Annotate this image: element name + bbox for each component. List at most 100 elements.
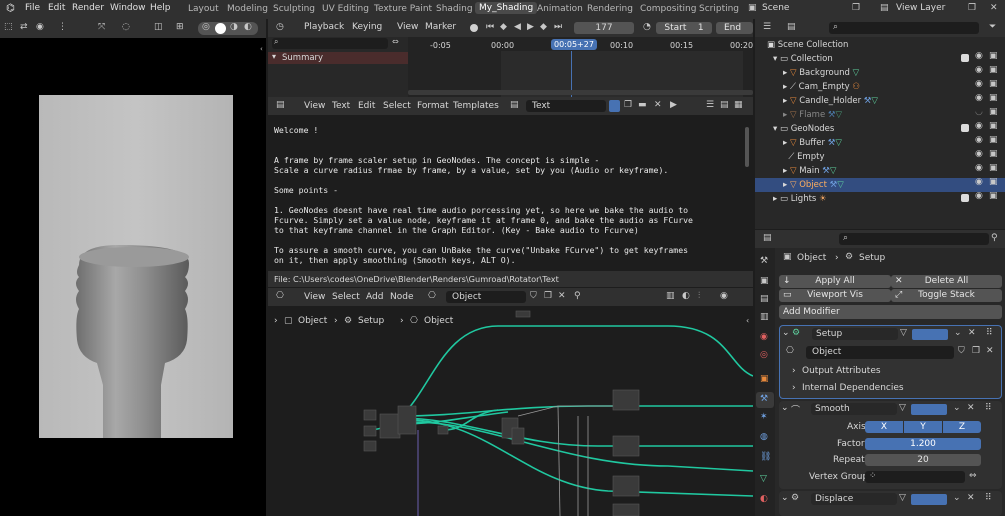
- overlay-icon[interactable]: ◌: [122, 22, 130, 32]
- sidebar-toggle-icon[interactable]: ‹: [746, 316, 749, 325]
- node-editor[interactable]: ⎔ View Select Add Node ⎔ Object ⛉ ❐ ✕ ⚲ …: [268, 288, 753, 516]
- tab-compositing[interactable]: Compositing: [640, 4, 696, 14]
- eye-icon[interactable]: ◉: [975, 51, 983, 61]
- unlink-icon[interactable]: ✕: [654, 100, 662, 110]
- menu-format[interactable]: Format: [417, 101, 449, 111]
- dropdown-icon[interactable]: ⌄: [953, 403, 961, 413]
- timeline-area[interactable]: -0:05 00:00 00:05+27 00:10 00:15 00:20: [408, 37, 753, 97]
- tab-uv-editing[interactable]: UV Editing: [322, 4, 369, 14]
- outliner-editor-icon[interactable]: ☰: [763, 22, 771, 32]
- fake-user-icon[interactable]: [609, 100, 620, 112]
- transform-icon[interactable]: ⇄: [20, 22, 28, 32]
- toggle-stack-button[interactable]: ⤢ Toggle Stack: [891, 289, 1002, 302]
- tab-texture-paint[interactable]: Texture Paint: [374, 4, 432, 14]
- constraints-tab-icon[interactable]: ⛓: [760, 452, 771, 462]
- visibility-toggles[interactable]: [911, 494, 947, 505]
- drag-handle-icon[interactable]: ⠿: [985, 403, 992, 413]
- viewport[interactable]: ⬚ ⇄ ◉ ⋮ ⤧ ◌ ◫ ⊞ ◎ ◑ ◐ ‹: [0, 19, 266, 516]
- eye-icon[interactable]: ◉: [975, 79, 983, 89]
- nodegroup-duplicate-icon[interactable]: ❐: [972, 346, 980, 356]
- scene-tab-icon[interactable]: ◉: [760, 332, 768, 342]
- menu-marker[interactable]: Marker: [425, 22, 456, 32]
- camera-render-icon[interactable]: ▣: [989, 107, 998, 117]
- node-editor-icon[interactable]: ⎔: [276, 291, 284, 301]
- snapping-icon[interactable]: ⫶: [698, 291, 700, 301]
- editmode-icon[interactable]: ▽: [899, 493, 906, 503]
- backdrop-icon[interactable]: ◐: [682, 291, 690, 301]
- fake-user-shield-icon[interactable]: ⛉: [958, 346, 965, 356]
- properties-editor-icon[interactable]: ▤: [763, 233, 772, 243]
- word-wrap-icon[interactable]: ▤: [720, 100, 729, 110]
- delete-all-button[interactable]: ✕ Delete All: [891, 275, 1002, 288]
- menu-text-select[interactable]: Select: [383, 101, 411, 111]
- collapse-icon[interactable]: ⌄: [781, 403, 789, 413]
- menu-text-view[interactable]: View: [304, 101, 325, 111]
- collapse-icon[interactable]: ⌄: [782, 328, 790, 338]
- camera-render-icon[interactable]: ▣: [989, 121, 998, 131]
- world-tab-icon[interactable]: ◎: [760, 350, 768, 360]
- menu-node-select[interactable]: Select: [332, 292, 360, 302]
- next-key-icon[interactable]: ◆: [540, 22, 547, 32]
- filter-icon[interactable]: ⏷: [989, 22, 996, 32]
- render-tab-icon[interactable]: ▣: [760, 276, 769, 286]
- axis-z-toggle[interactable]: Z: [943, 421, 981, 433]
- shading-mode-group[interactable]: ◎ ◑ ◐: [198, 22, 258, 35]
- eye-icon[interactable]: ◉: [975, 135, 983, 145]
- tab-rendering[interactable]: Rendering: [587, 4, 633, 14]
- start-frame-field[interactable]: Start 1: [656, 22, 712, 34]
- material-tab-icon[interactable]: ◐: [760, 494, 768, 504]
- tab-sculpting[interactable]: Sculpting: [273, 4, 315, 14]
- view-layer-name[interactable]: View Layer: [896, 3, 945, 13]
- eye-icon[interactable]: ◉: [975, 191, 983, 201]
- editmode-icon[interactable]: ▽: [899, 403, 906, 413]
- camera-render-icon[interactable]: ▣: [989, 135, 998, 145]
- prev-key-icon[interactable]: ◆: [500, 22, 507, 32]
- display-mode-icon[interactable]: ▤: [787, 22, 796, 32]
- pin-icon[interactable]: ⚲: [574, 291, 581, 301]
- tab-shading[interactable]: Shading: [436, 4, 473, 14]
- rendered-shading-icon[interactable]: ◐: [244, 22, 252, 32]
- jump-end-icon[interactable]: ⏭: [554, 22, 562, 32]
- vertex-group-field[interactable]: [865, 471, 965, 483]
- dropdown-icon[interactable]: ⌄: [953, 493, 961, 503]
- menu-edit[interactable]: Edit: [48, 3, 65, 13]
- collapse-icon[interactable]: ⌄: [781, 493, 789, 503]
- menu-text-edit[interactable]: Edit: [358, 101, 375, 111]
- text-datablock-icon[interactable]: ▤: [510, 100, 519, 110]
- exclude-checkbox[interactable]: [961, 194, 969, 202]
- visibility-toggles[interactable]: [911, 404, 947, 415]
- tab-my-shading[interactable]: My_Shading: [475, 2, 538, 14]
- menu-view[interactable]: View: [397, 22, 418, 32]
- collapse-arrow-icon[interactable]: ‹: [260, 45, 263, 53]
- drag-handle-icon[interactable]: ⠿: [986, 328, 993, 338]
- exclude-checkbox[interactable]: [961, 124, 969, 132]
- open-folder-icon[interactable]: ▬: [638, 100, 647, 110]
- text-scrollbar[interactable]: [745, 127, 749, 167]
- summary-channel[interactable]: ▾ Summary: [268, 52, 408, 64]
- close-icon[interactable]: ✕: [990, 3, 998, 13]
- camera-render-icon[interactable]: ▣: [989, 163, 998, 173]
- eye-icon[interactable]: ◉: [975, 121, 983, 131]
- copy-icon[interactable]: ❐: [852, 3, 860, 13]
- remove-modifier-icon[interactable]: ✕: [968, 328, 976, 338]
- line-numbers-icon[interactable]: ☰: [706, 100, 714, 110]
- remove-modifier-icon[interactable]: ✕: [967, 403, 975, 413]
- add-modifier-button[interactable]: Add Modifier: [779, 305, 1002, 319]
- blender-logo-icon[interactable]: ⌬: [6, 3, 15, 14]
- factor-slider[interactable]: 1.200: [865, 438, 981, 450]
- output-tab-icon[interactable]: ▤: [760, 294, 769, 304]
- internal-dep-arrow-icon[interactable]: ›: [792, 383, 796, 393]
- output-attr-arrow-icon[interactable]: ›: [792, 366, 796, 376]
- properties-pin-icon[interactable]: ⚲: [991, 233, 998, 243]
- menu-help[interactable]: Help: [150, 3, 171, 13]
- camera-render-icon[interactable]: ▣: [989, 191, 998, 201]
- copy-layer-icon[interactable]: ❐: [968, 3, 976, 13]
- modifier-name-field[interactable]: Smooth: [811, 403, 897, 415]
- menu-node-add[interactable]: Add: [366, 292, 383, 302]
- pivot-icon[interactable]: ◉: [36, 22, 44, 32]
- menu-playback[interactable]: Playback: [304, 22, 344, 32]
- remove-modifier-icon[interactable]: ✕: [967, 493, 975, 503]
- viewport-vis-button[interactable]: ▭ Viewport Vis: [779, 289, 891, 302]
- axis-y-toggle[interactable]: Y: [904, 421, 942, 433]
- camera-render-icon[interactable]: ▣: [989, 65, 998, 75]
